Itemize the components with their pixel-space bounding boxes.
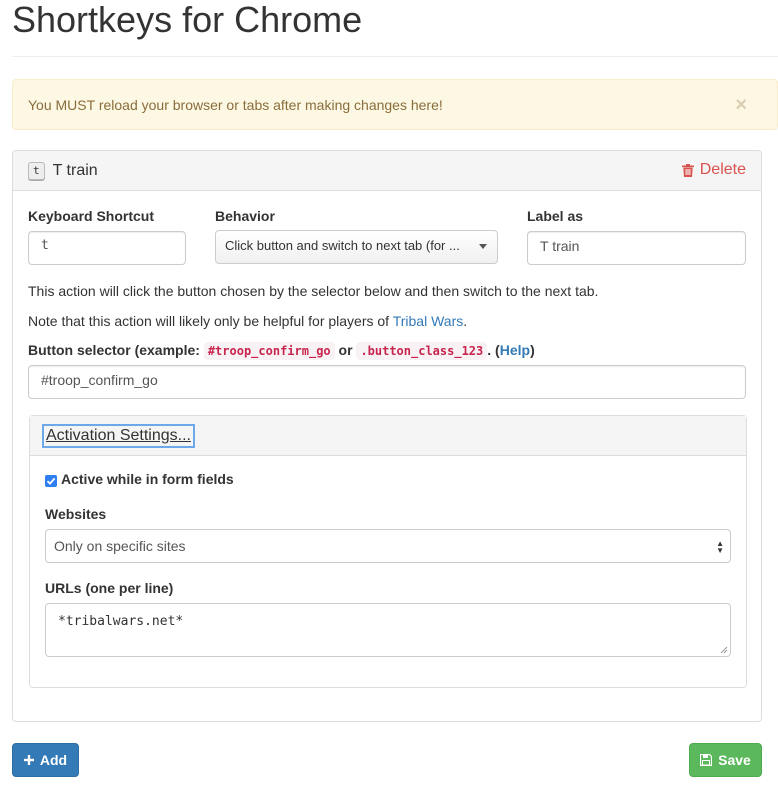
selector-label-paren: . ( xyxy=(487,342,500,358)
shortcut-panel-heading[interactable]: t T train Delete xyxy=(13,151,761,191)
resize-grip-icon[interactable] xyxy=(720,646,728,654)
selector-label-or: or xyxy=(334,342,357,358)
keyboard-shortcut-input[interactable]: t xyxy=(28,231,186,265)
urls-value: *tribalwars.net* xyxy=(58,614,184,629)
title-divider xyxy=(12,56,778,57)
websites-select[interactable]: Only on specific sites ▲ ▼ xyxy=(45,529,731,563)
selector-example-class: .button_class_123 xyxy=(356,342,488,360)
selector-label-close: ) xyxy=(530,342,535,358)
alert-message: You MUST reload your browser or tabs aft… xyxy=(28,96,443,113)
selector-example-id: #troop_confirm_go xyxy=(203,342,335,360)
selector-help-link[interactable]: Help xyxy=(500,342,530,358)
tribal-wars-note: Note that this action will likely only b… xyxy=(28,313,467,329)
label-as-label: Label as xyxy=(527,208,584,224)
websites-label: Websites xyxy=(45,506,107,522)
floppy-disk-icon xyxy=(700,754,713,766)
page-title: Shortkeys for Chrome xyxy=(12,0,363,40)
checkmark-icon xyxy=(46,477,56,485)
active-in-form-fields-checkbox[interactable] xyxy=(45,475,57,487)
shortcut-panel: t T train Delete Keyboard Shortcut t Beh… xyxy=(12,150,762,722)
shortcut-title: T train xyxy=(52,161,98,179)
delete-label: Delete xyxy=(699,161,746,178)
activation-settings-heading: Activation Settings... xyxy=(30,416,746,456)
tribal-wars-link[interactable]: Tribal Wars xyxy=(393,313,464,329)
behavior-value: Click button and switch to next tab (for… xyxy=(225,238,460,253)
button-selector-input[interactable]: #troop_confirm_go xyxy=(28,365,746,399)
note-text: Note that this action will likely only b… xyxy=(28,313,393,329)
reload-warning-alert: You MUST reload your browser or tabs aft… xyxy=(12,79,778,130)
activation-settings-panel: Activation Settings... Active while in f… xyxy=(29,415,747,688)
label-as-input[interactable]: T train xyxy=(527,231,746,265)
active-in-form-fields-label: Active while in form fields xyxy=(61,471,234,487)
note-period: . xyxy=(463,313,468,329)
save-label: Save xyxy=(718,752,751,768)
urls-textarea[interactable]: *tribalwars.net* xyxy=(45,603,731,657)
behavior-description: This action will click the button chosen… xyxy=(28,283,599,299)
select-arrows-icon: ▲ ▼ xyxy=(716,539,724,555)
delete-button[interactable]: Delete xyxy=(681,161,746,179)
trash-icon xyxy=(681,163,694,177)
close-icon[interactable]: × xyxy=(735,95,747,115)
add-button[interactable]: Add xyxy=(12,743,79,777)
urls-label: URLs (one per line) xyxy=(45,580,174,596)
add-label: Add xyxy=(39,752,68,768)
caret-down-icon xyxy=(479,244,487,249)
keyboard-shortcut-label: Keyboard Shortcut xyxy=(28,208,155,224)
selector-label-text: Button selector (example: xyxy=(28,342,204,358)
key-badge: t xyxy=(28,161,45,180)
button-selector-label: Button selector (example: #troop_confirm… xyxy=(28,342,535,360)
websites-value: Only on specific sites xyxy=(54,538,186,554)
activation-settings-toggle[interactable]: Activation Settings... xyxy=(42,423,195,448)
save-button[interactable]: Save xyxy=(689,743,762,777)
behavior-label: Behavior xyxy=(215,208,275,224)
plus-icon xyxy=(23,755,34,765)
behavior-select[interactable]: Click button and switch to next tab (for… xyxy=(215,230,498,264)
